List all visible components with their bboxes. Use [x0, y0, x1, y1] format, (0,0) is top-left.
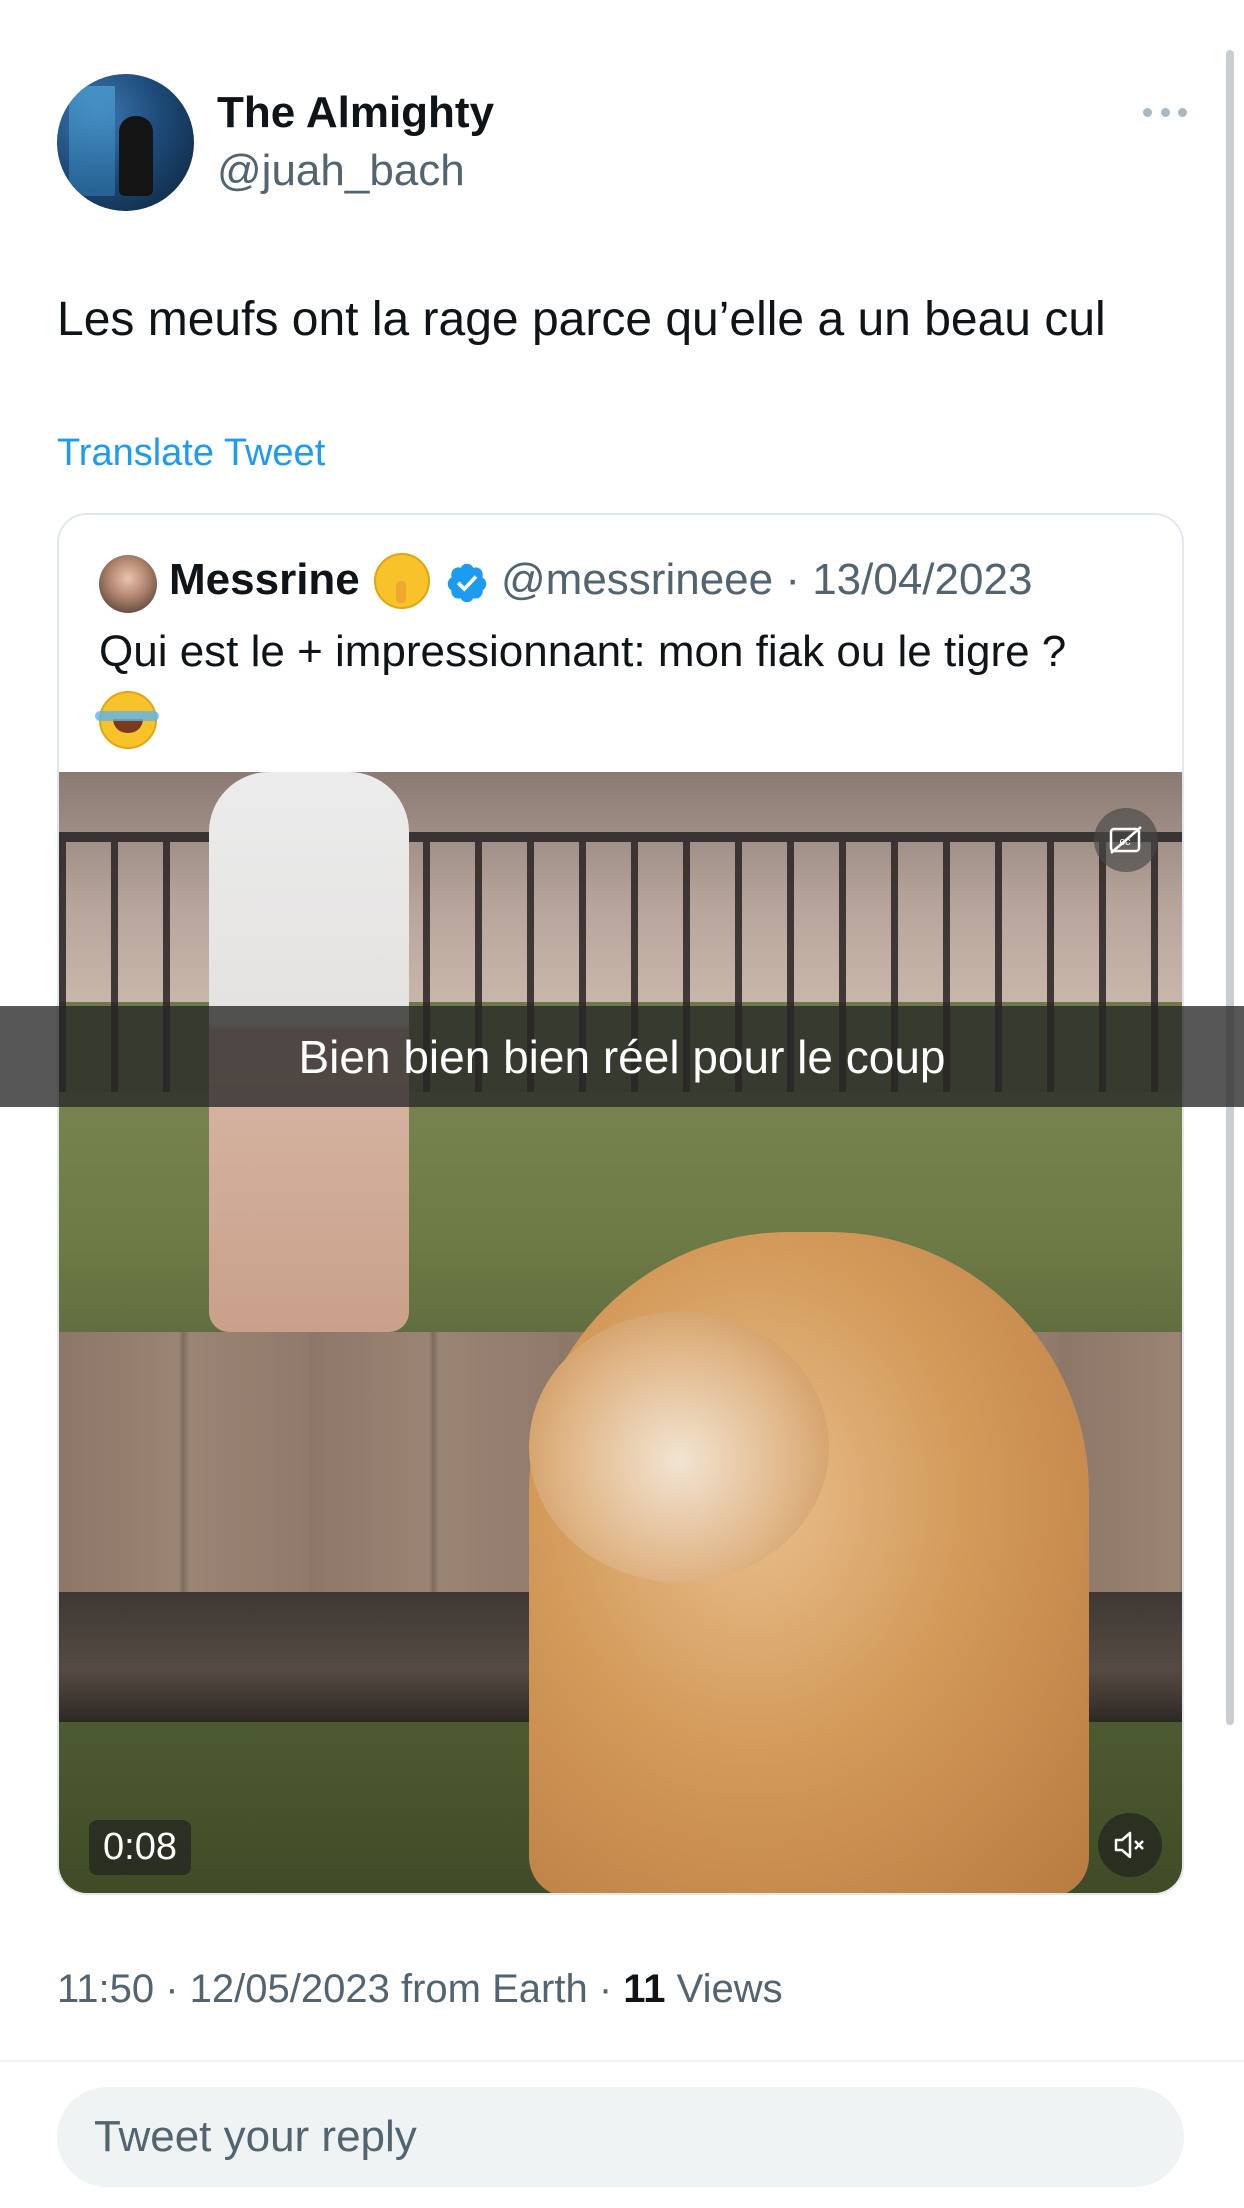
reply-input[interactable]: Tweet your reply — [57, 2087, 1184, 2187]
verified-badge-icon — [447, 563, 487, 603]
author-handle[interactable]: @juah_bach — [217, 146, 465, 196]
divider — [0, 2060, 1244, 2062]
tweet-metadata: 11:50 · 12/05/2023 from Earth · 11 Views — [57, 1967, 783, 2012]
tweet-timestamp[interactable]: 11:50 · 12/05/2023 from Earth · — [57, 1967, 623, 2011]
tweet-text: Les meufs ont la rage parce qu’elle a un… — [57, 293, 1106, 346]
author-name[interactable]: The Almighty — [217, 88, 494, 138]
tears-of-joy-emoji-icon — [95, 691, 159, 749]
closed-captions-icon[interactable]: cc — [1094, 808, 1158, 872]
quoted-author-name[interactable]: Messrine — [169, 555, 360, 605]
tweet-header: The Almighty @juah_bach — [57, 74, 1187, 214]
quoted-tweet-text: Qui est le + impressionnant: mon fiak ou… — [99, 627, 1067, 676]
views-label: Views — [665, 1967, 783, 2011]
scrollbar[interactable] — [1226, 50, 1234, 1725]
video-player[interactable]: cc 0:08 — [59, 772, 1182, 1893]
views-count: 11 — [623, 1967, 666, 2011]
quoted-author-avatar[interactable] — [99, 555, 157, 613]
video-caption-text: Bien bien bien réel pour le coup — [298, 1030, 946, 1083]
translate-tweet-link[interactable]: Translate Tweet — [57, 432, 325, 475]
more-options-icon[interactable] — [1143, 104, 1187, 120]
reply-placeholder: Tweet your reply — [94, 2112, 417, 2161]
video-caption-bar: Bien bien bien réel pour le coup — [0, 1006, 1244, 1107]
quoted-handle-date[interactable]: @messrineee · 13/04/2023 — [501, 555, 1032, 605]
video-duration: 0:08 — [89, 1820, 191, 1875]
author-avatar[interactable] — [57, 74, 194, 211]
volume-muted-icon[interactable] — [1098, 1813, 1162, 1877]
shushing-face-emoji-icon — [374, 553, 430, 609]
quoted-tweet-card[interactable]: Messrine @messrineee · 13/04/2023 Qui es… — [57, 513, 1184, 1895]
